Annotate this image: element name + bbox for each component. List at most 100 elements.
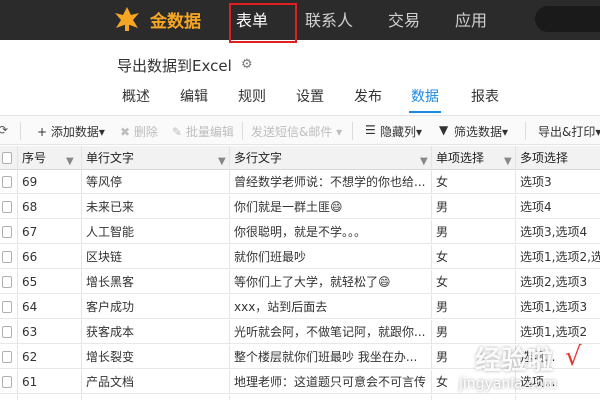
multi-line-text-cell[interactable]: 高中班主任口头禅：泥下来静下走 <box>230 395 432 400</box>
single-line-text-cell[interactable]: 等风停 <box>82 170 230 194</box>
single-line-text-cell[interactable]: 区块链 <box>82 245 230 269</box>
brand-logo-icon[interactable] <box>112 4 142 34</box>
single-line-text-cell[interactable]: 产品文档 <box>82 370 230 394</box>
single-choice-cell[interactable]: 男 <box>432 345 516 369</box>
tab-edit[interactable]: 编辑 <box>180 86 208 106</box>
row-checkbox[interactable] <box>2 351 12 363</box>
single-line-text-cell[interactable]: 增长裂变 <box>82 345 230 369</box>
tab-data[interactable]: 数据 <box>411 86 439 106</box>
tab-rules[interactable]: 规则 <box>238 86 266 106</box>
row-checkbox[interactable] <box>2 326 12 338</box>
multi-choice-cell[interactable]: 选项1 <box>516 395 600 400</box>
row-checkbox[interactable] <box>2 376 12 388</box>
single-line-text-cell[interactable]: 人工智能 <box>82 220 230 244</box>
single-line-text-cell[interactable]: 未来已来 <box>82 195 230 219</box>
sort-icon[interactable]: ▼ <box>218 150 226 170</box>
refresh-icon[interactable]: ⟳ <box>0 123 8 137</box>
export-print-button[interactable]: 导出&打印▾ <box>538 123 600 140</box>
gear-icon[interactable]: ⚙ <box>241 57 253 72</box>
delete-button[interactable]: ✖ 删除 <box>120 123 158 140</box>
multi-choice-cell[interactable]: 选项1,选项2 <box>516 320 600 344</box>
table-row[interactable]: 68 未来已来 你们就是一群土匪😄 男选项4 <box>0 195 600 219</box>
tab-settings[interactable]: 设置 <box>296 86 324 106</box>
sort-icon[interactable]: ▼ <box>66 150 74 170</box>
tab-overview[interactable]: 概述 <box>122 86 150 106</box>
table-row[interactable]: 60产品经理高中班主任口头禅：泥下来静下走男选项1 <box>0 395 600 400</box>
row-id-cell[interactable]: 69 <box>18 170 82 194</box>
sort-icon[interactable]: ▼ <box>504 150 512 170</box>
row-checkbox[interactable] <box>2 201 12 213</box>
column-header-id[interactable]: 序号 ▼ <box>18 146 82 170</box>
batch-edit-button[interactable]: ✎ 批量编辑 <box>172 123 234 140</box>
single-choice-cell[interactable]: 男 <box>432 395 516 400</box>
row-id-cell[interactable]: 68 <box>18 195 82 219</box>
multi-line-text-cell[interactable]: 地理老师：这道题只可意会不可言传 <box>230 370 432 394</box>
table-row[interactable]: 67 人工智能 你很聪明，就是不学。。。男选项3,选项4 <box>0 220 600 244</box>
table-row[interactable]: 64 客户成功 xxx，站到后面去男选项1,选项3 <box>0 295 600 319</box>
hide-columns-button[interactable]: 隐藏列▾ <box>380 123 422 140</box>
single-choice-cell[interactable]: 男 <box>432 320 516 344</box>
row-checkbox[interactable] <box>2 176 12 188</box>
row-checkbox[interactable] <box>2 276 12 288</box>
multi-line-text-cell[interactable]: xxx，站到后面去 <box>230 295 432 319</box>
multi-choice-cell[interactable]: 选项... <box>516 370 600 394</box>
nav-item-apps[interactable]: 应用 <box>455 7 487 31</box>
single-choice-cell[interactable]: 女 <box>432 270 516 294</box>
tab-reports[interactable]: 报表 <box>471 86 499 106</box>
row-id-cell[interactable]: 63 <box>18 320 82 344</box>
multi-choice-cell[interactable]: 选项1,选项2,选... <box>516 245 600 269</box>
table-row[interactable]: 63 获客成本 光听就会阿，不做笔记阿，就跟你... 男选项1,选项2 <box>0 320 600 344</box>
column-header-single-choice[interactable]: 单项选择 ▼ <box>432 146 516 170</box>
row-id-cell[interactable]: 67 <box>18 220 82 244</box>
multi-choice-cell[interactable]: 选项3,选项4 <box>516 220 600 244</box>
search-box[interactable] <box>535 6 600 32</box>
filter-data-button[interactable]: 筛选数据▾ <box>454 123 508 140</box>
single-choice-cell[interactable]: 男 <box>432 295 516 319</box>
row-id-cell[interactable]: 60 <box>18 395 82 400</box>
multi-line-text-cell[interactable]: 你很聪明，就是不学。。。 <box>230 220 432 244</box>
nav-item-transactions[interactable]: 交易 <box>388 7 420 31</box>
single-choice-cell[interactable]: 女 <box>432 170 516 194</box>
single-line-text-cell[interactable]: 产品经理 <box>82 395 230 400</box>
row-checkbox[interactable] <box>2 251 12 263</box>
multi-choice-cell[interactable]: 选项3 <box>516 170 600 194</box>
multi-line-text-cell[interactable]: 等你们上了大学，就轻松了😄 <box>230 270 432 294</box>
row-checkbox[interactable] <box>2 226 12 238</box>
column-header-single-line[interactable]: 单行文字 ▼ <box>82 146 230 170</box>
brand-name[interactable]: 金数据 <box>150 7 201 32</box>
row-id-cell[interactable]: 61 <box>18 370 82 394</box>
column-header-multi-line[interactable]: 多行文字 ▼ <box>230 146 432 170</box>
sort-icon[interactable]: ▼ <box>420 150 428 170</box>
row-id-cell[interactable]: 66 <box>18 245 82 269</box>
table-row[interactable]: 65 增长黑客 等你们上了大学，就轻松了😄 女选项2,选项3 <box>0 270 600 294</box>
multi-choice-cell[interactable]: 选项2,选项3 <box>516 270 600 294</box>
select-all-checkbox[interactable] <box>2 152 12 164</box>
tab-publish[interactable]: 发布 <box>354 86 382 106</box>
multi-line-text-cell[interactable]: 整个楼层就你们班最吵 我坐在办... <box>230 345 432 369</box>
table-row[interactable]: 69 等风停 曾经数学老师说：不想学的你也给... 女选项3 <box>0 170 600 194</box>
row-id-cell[interactable]: 65 <box>18 270 82 294</box>
single-line-text-cell[interactable]: 增长黑客 <box>82 270 230 294</box>
add-data-button[interactable]: + 添加数据▾ <box>37 123 105 140</box>
column-header-multi-choice[interactable]: 多项选择 <box>516 146 600 170</box>
table-row[interactable]: 62 增长裂变 整个楼层就你们班最吵 我坐在办... 男选项... <box>0 345 600 369</box>
table-row[interactable]: 66区块链就你们班最吵女选项1,选项2,选... <box>0 245 600 269</box>
row-id-cell[interactable]: 64 <box>18 295 82 319</box>
multi-line-text-cell[interactable]: 曾经数学老师说：不想学的你也给... <box>230 170 432 194</box>
table-row[interactable]: 61 产品文档 地理老师：这道题只可意会不可言传女选项... <box>0 370 600 394</box>
row-checkbox[interactable] <box>2 301 12 313</box>
single-line-text-cell[interactable]: 获客成本 <box>82 320 230 344</box>
multi-line-text-cell[interactable]: 你们就是一群土匪😄 <box>230 195 432 219</box>
multi-choice-cell[interactable]: 选项1,选项3 <box>516 295 600 319</box>
single-choice-cell[interactable]: 女 <box>432 370 516 394</box>
single-line-text-cell[interactable]: 客户成功 <box>82 295 230 319</box>
single-choice-cell[interactable]: 女 <box>432 245 516 269</box>
nav-item-contacts[interactable]: 联系人 <box>305 7 353 31</box>
single-choice-cell[interactable]: 男 <box>432 195 516 219</box>
multi-line-text-cell[interactable]: 就你们班最吵 <box>230 245 432 269</box>
send-sms-email-button[interactable]: 发送短信&邮件 ▾ <box>251 123 342 140</box>
multi-choice-cell[interactable]: 选项... <box>516 345 600 369</box>
multi-choice-cell[interactable]: 选项4 <box>516 195 600 219</box>
row-id-cell[interactable]: 62 <box>18 345 82 369</box>
single-choice-cell[interactable]: 男 <box>432 220 516 244</box>
